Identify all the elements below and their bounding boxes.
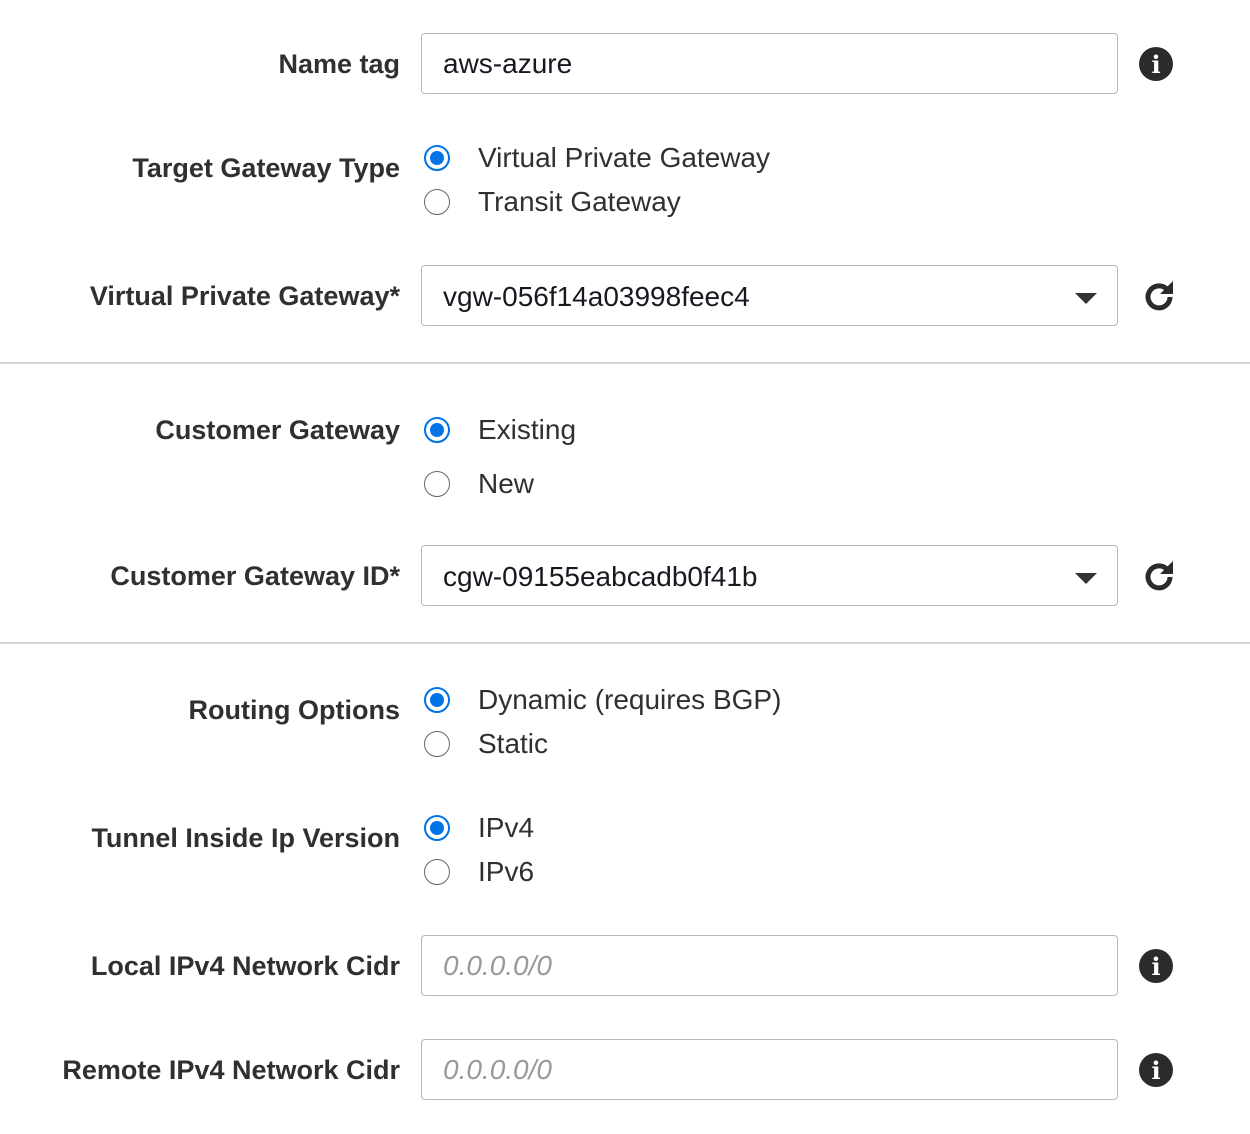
name-tag-input[interactable] [422, 34, 1117, 93]
info-icon[interactable]: i [1139, 949, 1173, 983]
routing-options-label: Routing Options [188, 695, 400, 725]
radio-button[interactable] [424, 731, 450, 757]
radio-label: Static [478, 728, 549, 759]
chevron-down-icon[interactable] [1075, 573, 1097, 584]
radio-label: Transit Gateway [478, 186, 681, 217]
info-icon[interactable]: i [1139, 1053, 1173, 1087]
radio-button[interactable] [424, 417, 450, 443]
radio-label: Virtual Private Gateway [478, 142, 771, 173]
radio-button[interactable] [424, 189, 450, 215]
target-gateway-type-label: Target Gateway Type [132, 153, 400, 183]
virtual-private-gateway-select[interactable]: vgw-056f14a03998feec4 [421, 265, 1118, 326]
selected-value: vgw-056f14a03998feec4 [443, 281, 750, 312]
remote-ipv4-network-cidr-label: Remote IPv4 Network Cidr [62, 1055, 400, 1085]
radio-button[interactable] [424, 815, 450, 841]
divider [0, 642, 1250, 644]
radio-button[interactable] [424, 687, 450, 713]
refresh-icon[interactable] [1141, 279, 1177, 315]
local-ipv4-network-cidr-field[interactable] [421, 935, 1118, 996]
radio-label: IPv6 [478, 856, 535, 887]
radio-button[interactable] [424, 471, 450, 497]
radio-button[interactable] [424, 859, 450, 885]
remote-ipv4-network-cidr-field[interactable] [421, 1039, 1118, 1100]
refresh-icon[interactable] [1141, 559, 1177, 595]
customer-gateway-id-label: Customer Gateway ID* [110, 561, 400, 591]
virtual-private-gateway-label: Virtual Private Gateway* [89, 281, 400, 311]
info-icon[interactable]: i [1139, 47, 1173, 81]
name-tag-label: Name tag [278, 49, 400, 79]
local-ipv4-network-cidr-input[interactable] [422, 936, 1117, 995]
chevron-down-icon[interactable] [1075, 293, 1097, 304]
divider [0, 362, 1250, 364]
radio-label: Existing [478, 414, 577, 445]
customer-gateway-id-select[interactable]: cgw-09155eabcadb0f41b [421, 545, 1118, 606]
remote-ipv4-network-cidr-input[interactable] [422, 1040, 1117, 1099]
radio-label: IPv4 [478, 812, 535, 843]
tunnel-inside-ip-version-label: Tunnel Inside Ip Version [91, 823, 400, 853]
name-tag-field[interactable] [421, 33, 1118, 94]
selected-value: cgw-09155eabcadb0f41b [443, 561, 758, 592]
radio-label: Dynamic (requires BGP) [478, 684, 782, 715]
customer-gateway-label: Customer Gateway [155, 415, 400, 445]
radio-label: New [478, 468, 535, 499]
radio-button[interactable] [424, 145, 450, 171]
local-ipv4-network-cidr-label: Local IPv4 Network Cidr [90, 951, 400, 981]
